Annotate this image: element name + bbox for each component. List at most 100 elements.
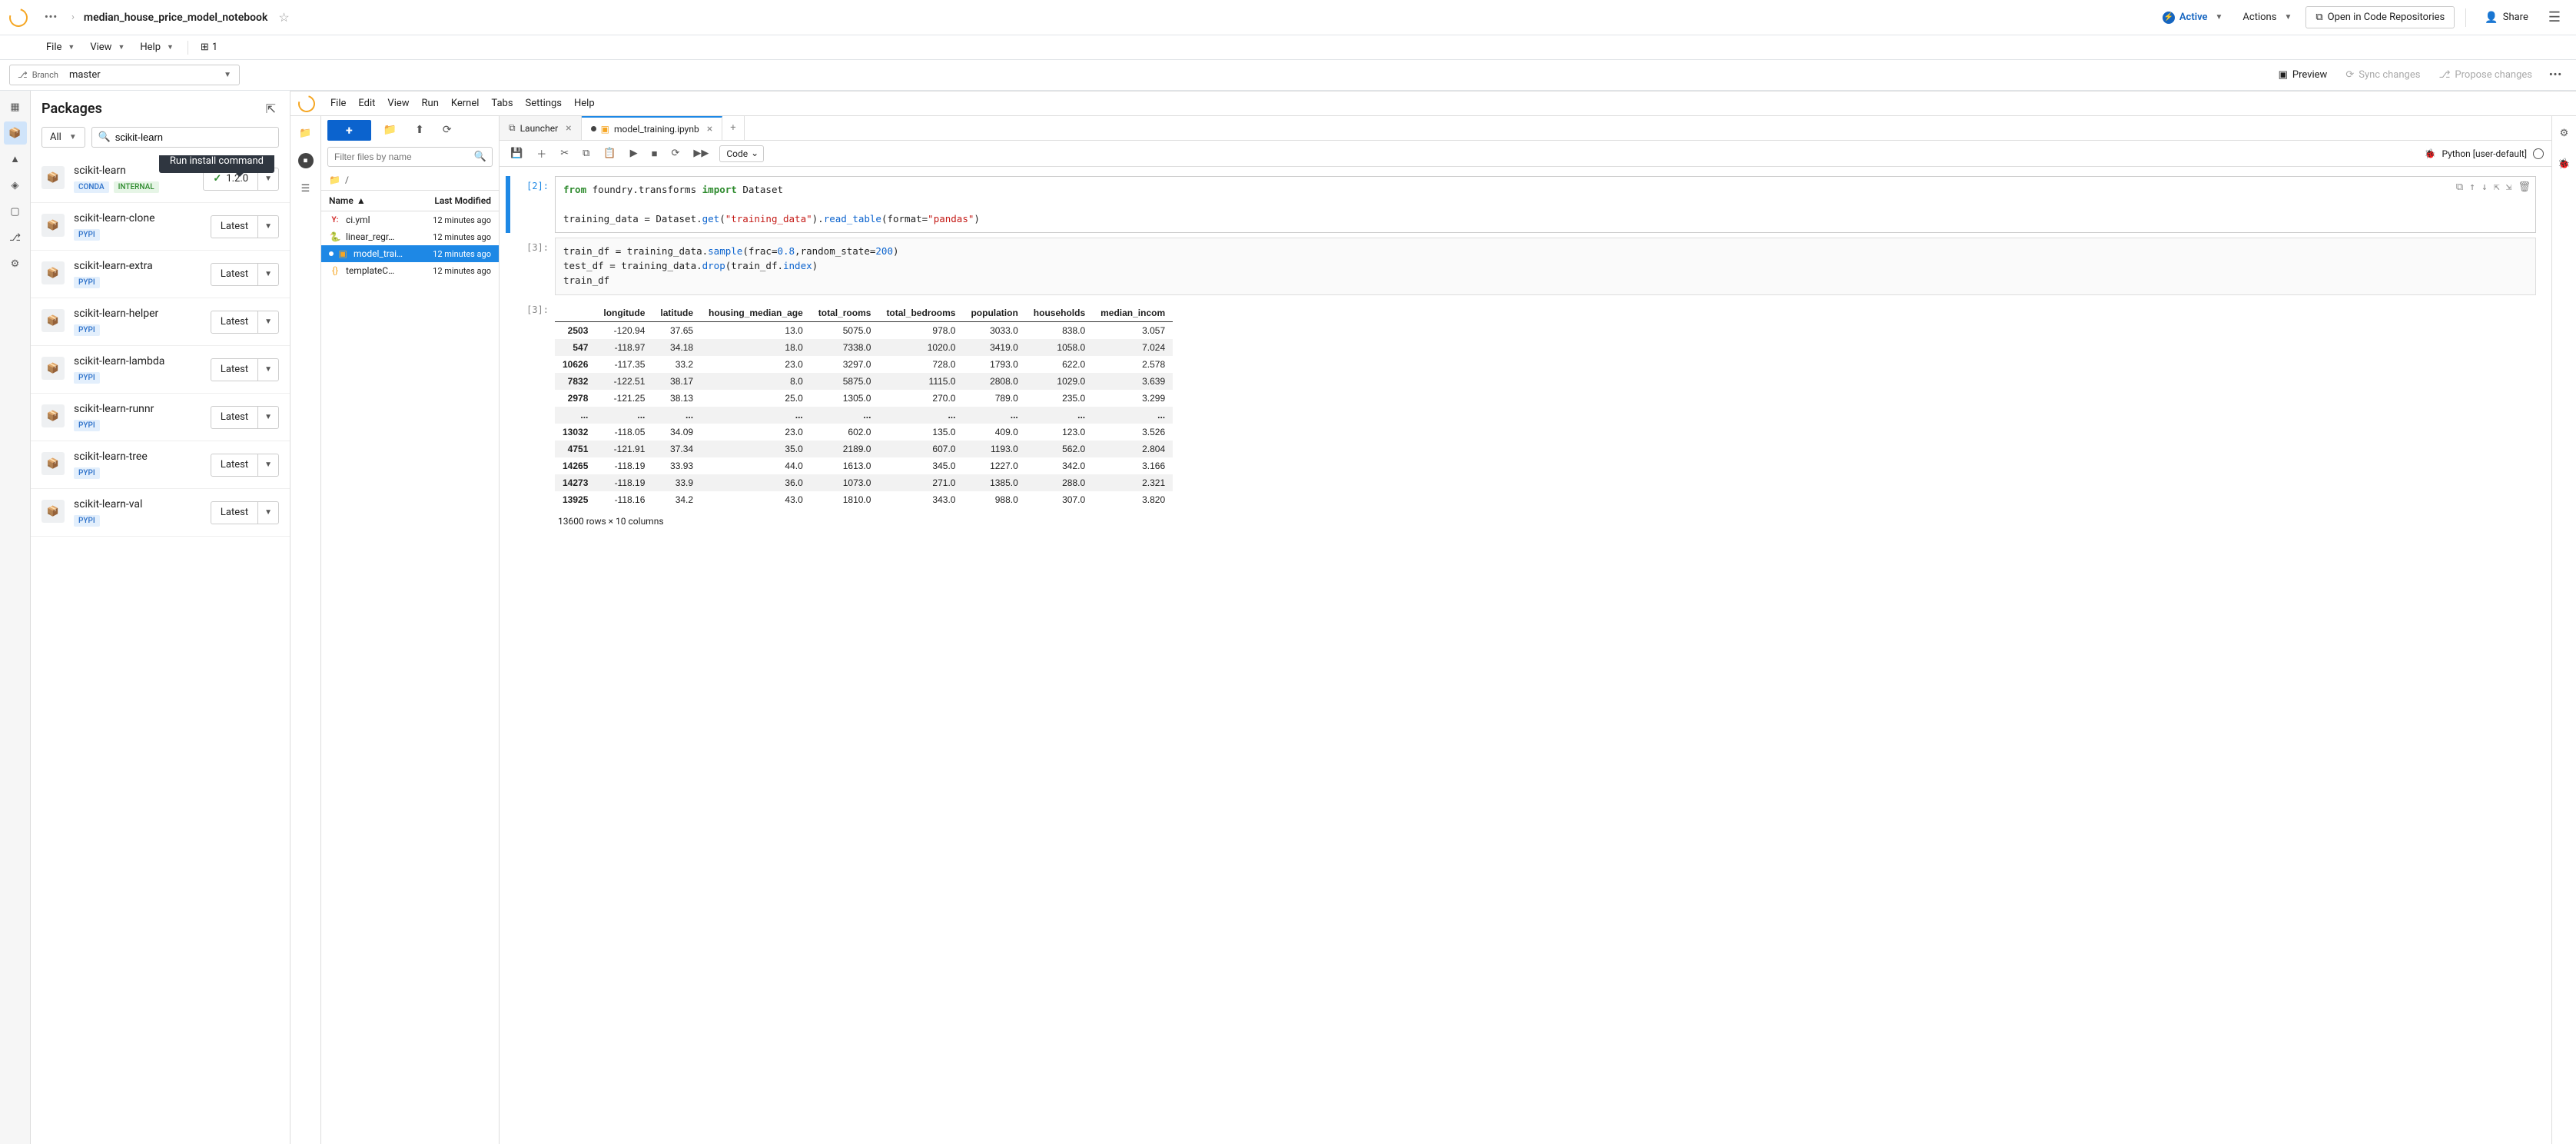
close-tab-icon[interactable]: ×: [707, 123, 712, 135]
code-input[interactable]: ⧉↑↓⇱⇲🗑from foundry.transforms import Dat…: [555, 176, 2536, 233]
running-terminals-icon[interactable]: ⏹: [298, 153, 314, 168]
add-cell-icon[interactable]: ＋: [533, 145, 549, 162]
file-modified-header[interactable]: Last Modified: [434, 195, 491, 206]
share-button[interactable]: 👤 Share: [2477, 8, 2536, 27]
restart-icon[interactable]: ⟳: [668, 146, 682, 161]
package-item[interactable]: 📦scikit-learn-lambdaPYPILatest▼: [31, 346, 290, 394]
code-cell[interactable]: [2]: ⧉↑↓⇱⇲🗑from foundry.transforms impor…: [506, 176, 2536, 233]
paste-icon[interactable]: 📋: [600, 146, 619, 161]
close-tab-icon[interactable]: ×: [566, 122, 571, 135]
properties-panel-icon[interactable]: ☰: [2542, 6, 2567, 28]
breadcrumb-more-icon[interactable]: •••: [40, 12, 62, 23]
code-input[interactable]: train_df = training_data.sample(frac=0.8…: [555, 238, 2536, 294]
jup-kernel-menu[interactable]: Kernel: [451, 98, 480, 109]
preview-button[interactable]: ▣ Preview: [2272, 66, 2334, 84]
package-search-box[interactable]: 🔍: [91, 127, 279, 148]
add-tab-button[interactable]: +: [722, 116, 744, 140]
view-menu[interactable]: View▼: [84, 38, 131, 56]
chevron-down-icon[interactable]: ▼: [258, 264, 278, 285]
save-icon[interactable]: 💾: [507, 146, 526, 161]
notebook-tab[interactable]: ▣model_training.ipynb×: [582, 116, 723, 140]
version-selector[interactable]: Latest▼: [211, 406, 279, 429]
help-menu[interactable]: Help▼: [134, 38, 180, 56]
toc-icon[interactable]: ☰: [295, 178, 317, 199]
settings-icon[interactable]: ⚙: [4, 252, 27, 275]
package-item[interactable]: Run install command📦scikit-learnCONDAINT…: [31, 155, 290, 203]
package-filter-dropdown[interactable]: All ▼: [41, 127, 85, 148]
version-selector[interactable]: Latest▼: [211, 263, 279, 286]
package-item[interactable]: 📦scikit-learn-extraPYPILatest▼: [31, 251, 290, 298]
chevron-down-icon[interactable]: ▼: [258, 502, 278, 524]
actions-menu-button[interactable]: Actions ▼: [2235, 8, 2299, 26]
cube-icon[interactable]: ◈: [4, 174, 27, 197]
branch-selector[interactable]: ⎇Branch master ▼: [9, 65, 240, 85]
refresh-icon[interactable]: ⟳: [437, 121, 458, 139]
file-name-header[interactable]: Name ▲: [329, 195, 434, 206]
favorite-star-icon[interactable]: ☆: [274, 10, 294, 25]
screen-icon[interactable]: ▢: [4, 200, 27, 223]
gears-icon[interactable]: ⚙: [2554, 122, 2575, 144]
duplicate-icon[interactable]: ⧉: [2456, 180, 2463, 195]
active-status-button[interactable]: ⚡ Active ▼: [2156, 8, 2229, 27]
file-row[interactable]: {}templateC…12 minutes ago: [321, 262, 499, 279]
jup-run-menu[interactable]: Run: [422, 98, 439, 109]
jup-tabs-menu[interactable]: Tabs: [491, 98, 513, 109]
jup-file-menu[interactable]: File: [330, 98, 346, 109]
kernel-name[interactable]: Python [user-default]: [2442, 148, 2527, 159]
upload-icon[interactable]: ⬆: [409, 121, 430, 139]
stop-icon[interactable]: ■: [649, 146, 661, 161]
package-search-input[interactable]: [115, 131, 272, 143]
open-in-repo-button[interactable]: ⧉ Open in Code Repositories: [2305, 6, 2455, 28]
version-selector[interactable]: Latest▼: [211, 358, 279, 381]
run-icon[interactable]: ▶: [627, 146, 641, 161]
file-filter-input[interactable]: [327, 147, 493, 167]
version-selector[interactable]: Latest▼: [211, 454, 279, 477]
import-package-icon[interactable]: ⇱: [263, 98, 279, 119]
pipeline-button[interactable]: ⊞ 1: [196, 38, 222, 56]
kernel-status-icon[interactable]: [2533, 148, 2544, 159]
version-selector[interactable]: Latest▼: [211, 215, 279, 238]
jup-help-menu[interactable]: Help: [574, 98, 595, 109]
table-icon[interactable]: ▦: [4, 95, 27, 118]
move-up-icon[interactable]: ↑: [2469, 180, 2475, 195]
chevron-down-icon[interactable]: ▼: [258, 359, 278, 381]
new-launcher-button[interactable]: +: [327, 120, 371, 141]
code-cell[interactable]: [3]: train_df = training_data.sample(fra…: [506, 238, 2536, 294]
move-down-icon[interactable]: ↓: [2481, 180, 2488, 195]
file-menu[interactable]: File▼: [40, 38, 81, 56]
chevron-down-icon[interactable]: ▼: [258, 407, 278, 428]
new-folder-icon[interactable]: 📁: [377, 121, 403, 139]
version-selector[interactable]: Latest▼: [211, 501, 279, 524]
package-item[interactable]: 📦scikit-learn-helperPYPILatest▼: [31, 298, 290, 346]
jup-settings-menu[interactable]: Settings: [526, 98, 562, 109]
chart-icon[interactable]: ▲: [4, 148, 27, 171]
copy-icon[interactable]: ⧉: [579, 146, 593, 161]
insert-above-icon[interactable]: ⇱: [2494, 180, 2500, 195]
git-icon[interactable]: ⎇: [4, 226, 27, 249]
chevron-down-icon[interactable]: ▼: [258, 216, 278, 238]
debug-icon[interactable]: 🐞: [2425, 148, 2436, 159]
packages-icon[interactable]: 📦: [4, 121, 27, 145]
notebook-tab[interactable]: ⧉Launcher×: [500, 116, 582, 140]
cut-icon[interactable]: ✂: [557, 146, 572, 161]
chevron-down-icon[interactable]: ▼: [258, 311, 278, 333]
package-item[interactable]: 📦scikit-learn-valPYPILatest▼: [31, 489, 290, 537]
folder-icon[interactable]: 📁: [295, 122, 317, 144]
jup-view-menu[interactable]: View: [387, 98, 409, 109]
file-row[interactable]: 🐍linear_regr…12 minutes ago: [321, 228, 499, 245]
package-item[interactable]: 📦scikit-learn-clonePYPILatest▼: [31, 203, 290, 251]
delete-cell-icon[interactable]: 🗑: [2518, 180, 2531, 195]
cell-type-select[interactable]: Code: [719, 145, 764, 162]
file-row[interactable]: ▣model_trai…12 minutes ago: [321, 245, 499, 262]
more-options-icon[interactable]: •••: [2544, 66, 2567, 84]
fast-forward-icon[interactable]: ▶▶: [690, 146, 712, 161]
file-path-breadcrumb[interactable]: 📁 /: [321, 170, 499, 190]
file-row[interactable]: Y:ci.yml12 minutes ago: [321, 211, 499, 228]
package-item[interactable]: 📦scikit-learn-treePYPILatest▼: [31, 441, 290, 489]
chevron-down-icon[interactable]: ▼: [258, 454, 278, 476]
insert-below-icon[interactable]: ⇲: [2506, 180, 2512, 195]
package-item[interactable]: 📦scikit-learn-runnrPYPILatest▼: [31, 394, 290, 441]
version-selector[interactable]: Latest▼: [211, 311, 279, 334]
jup-edit-menu[interactable]: Edit: [358, 98, 375, 109]
debug-panel-icon[interactable]: 🐞: [2554, 153, 2575, 175]
